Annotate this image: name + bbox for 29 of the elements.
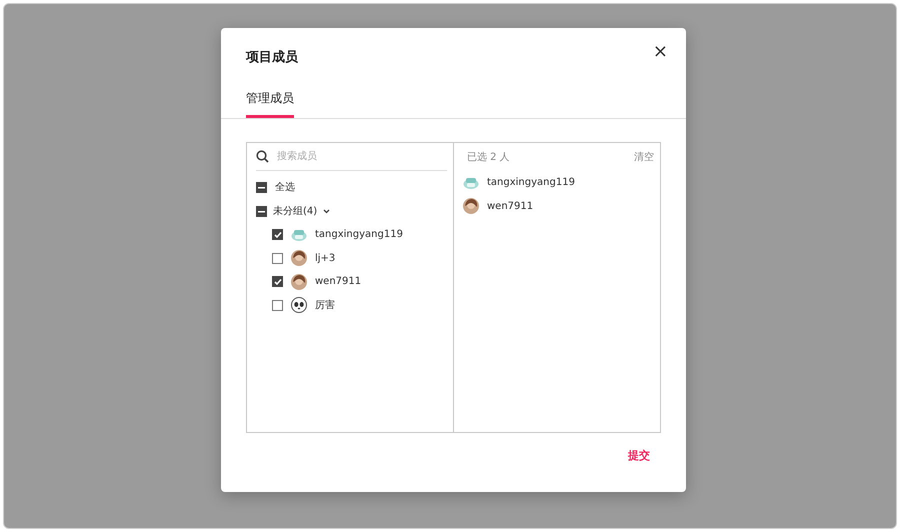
user-avatar-icon [463, 198, 479, 214]
checkbox[interactable] [272, 276, 283, 288]
member-name: tangxingyang119 [487, 176, 575, 190]
user-avatar-icon [291, 274, 307, 290]
caret-icon[interactable] [323, 208, 330, 215]
user-avatar-icon [291, 250, 307, 266]
check-icon [274, 230, 282, 239]
selected-count: 已选 2 人 [467, 150, 510, 164]
checkbox[interactable] [272, 252, 283, 264]
search-icon [256, 150, 269, 163]
submit-button[interactable]: 提交 [628, 448, 650, 464]
checkbox[interactable] [272, 229, 283, 240]
dialog-title: 项目成员 [246, 49, 298, 67]
member-name: wen7911 [315, 275, 362, 290]
check-icon [274, 278, 282, 286]
checkbox[interactable] [256, 182, 267, 194]
panda-avatar-icon [291, 297, 307, 314]
group-label[interactable]: 未分组(4) [273, 204, 318, 219]
member-name: 厉害 [315, 298, 335, 313]
minus-icon [258, 184, 265, 192]
tab[interactable]: 管理成员 [246, 89, 294, 118]
checkbox[interactable] [272, 300, 283, 311]
member-name: lj+3 [315, 252, 336, 266]
clear-button[interactable]: 清空 [634, 150, 654, 164]
close-button[interactable]: × [646, 36, 674, 67]
member-name: wen7911 [487, 200, 534, 214]
select-all-label[interactable]: 全选 [275, 180, 295, 196]
member-name: tangxingyang119 [315, 228, 403, 242]
checkbox[interactable] [256, 206, 267, 217]
